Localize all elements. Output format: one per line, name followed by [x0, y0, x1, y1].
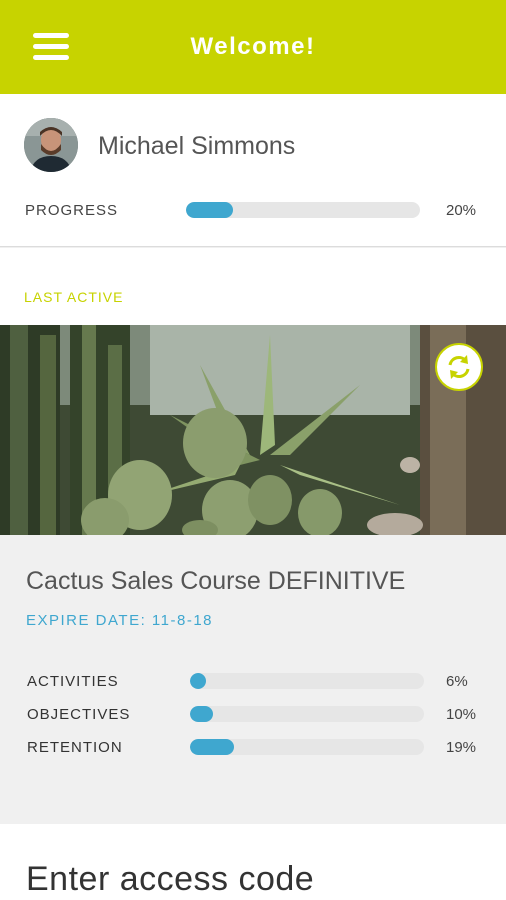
activities-label: ACTIVITIES	[27, 673, 119, 690]
progress-bar-fill	[186, 202, 233, 218]
course-image[interactable]	[0, 325, 506, 535]
app-header: Welcome!	[0, 0, 506, 94]
cactus-garden-photo	[0, 325, 506, 535]
retention-bar-fill	[190, 739, 235, 755]
profile-card: Michael Simmons PROGRESS 20%	[0, 94, 506, 247]
refresh-button[interactable]	[435, 343, 483, 391]
activities-bar	[190, 673, 424, 689]
objectives-value: 10%	[446, 706, 477, 723]
objectives-bar-fill	[190, 706, 214, 722]
activities-value: 6%	[446, 673, 468, 690]
last-active-label: LAST ACTIVE	[24, 289, 124, 305]
retention-label: RETENTION	[27, 739, 123, 756]
progress-label: PROGRESS	[25, 202, 119, 219]
activities-bar-fill	[190, 673, 207, 689]
refresh-icon	[448, 355, 470, 379]
course-panel[interactable]: Cactus Sales Course DEFINITIVE EXPIRE DA…	[0, 535, 506, 815]
user-avatar[interactable]	[24, 118, 78, 172]
access-code-title: Enter access code	[26, 860, 315, 898]
user-name: Michael Simmons	[98, 132, 296, 160]
avatar-photo	[24, 118, 78, 172]
objectives-bar	[190, 706, 424, 722]
page-title: Welcome!	[190, 33, 316, 60]
progress-value: 20%	[446, 202, 477, 219]
progress-bar	[186, 202, 420, 218]
expire-date: EXPIRE DATE: 11-8-18	[26, 612, 214, 629]
objectives-label: OBJECTIVES	[27, 706, 131, 723]
retention-value: 19%	[446, 739, 477, 756]
access-code-card[interactable]: Enter access code	[0, 824, 506, 900]
last-active-section: LAST ACTIVE	[0, 248, 506, 325]
course-title: Cactus Sales Course DEFINITIVE	[26, 567, 406, 595]
retention-bar	[190, 739, 424, 755]
